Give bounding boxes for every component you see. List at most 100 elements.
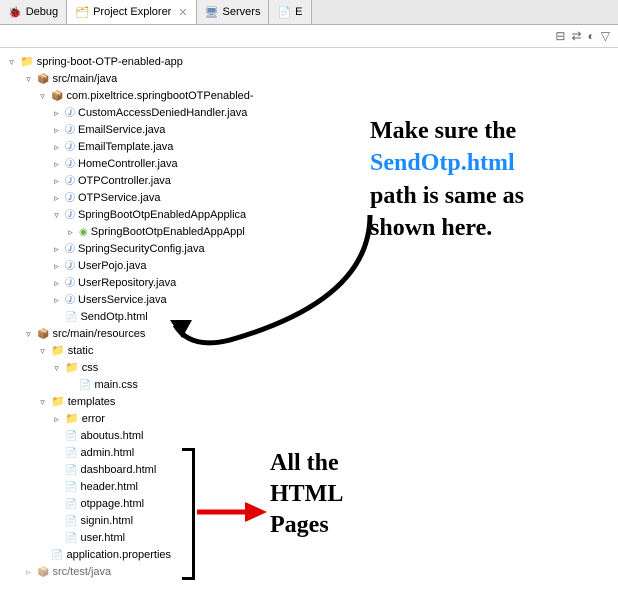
- label: CustomAccessDeniedHandler.java: [78, 105, 247, 122]
- java-file[interactable]: ▹ⒿCustomAccessDeniedHandler.java: [6, 105, 618, 122]
- label: com.pixeltrice.springbootOTPenabled-: [66, 88, 253, 105]
- java-icon: Ⓙ: [65, 292, 75, 309]
- label: src/test/java: [52, 564, 111, 581]
- java-icon: Ⓙ: [65, 105, 75, 122]
- close-icon[interactable]: ✕: [178, 6, 187, 19]
- java-file[interactable]: ▿ⒿSpringBootOtpEnabledAppApplica: [6, 207, 618, 224]
- view-toolbar: ⊟ ⇄ ◐ ▽: [0, 25, 618, 48]
- text: Make sure the: [370, 115, 524, 147]
- java-file[interactable]: ▹ⒿUserPojo.java: [6, 258, 618, 275]
- css-icon: 📄: [79, 377, 91, 394]
- bracket-icon: [182, 448, 195, 580]
- label: SpringBootOtpEnabledAppAppl: [91, 224, 245, 241]
- java-class[interactable]: ▹◉SpringBootOtpEnabledAppAppl: [6, 224, 618, 241]
- html-icon: 📄: [65, 513, 77, 530]
- label: otppage.html: [80, 496, 144, 513]
- tab-label: Project Explorer: [93, 6, 171, 18]
- source-folder-icon: 📦: [37, 71, 49, 88]
- java-icon: Ⓙ: [65, 173, 75, 190]
- java-file[interactable]: ▹ⒿHomeController.java: [6, 156, 618, 173]
- text: shown here.: [370, 212, 524, 244]
- label: application.properties: [66, 547, 171, 564]
- src-main-resources[interactable]: ▿📦src/main/resources: [6, 326, 618, 343]
- html-icon: 📄: [65, 479, 77, 496]
- java-icon: Ⓙ: [65, 275, 75, 292]
- java-file[interactable]: ▹ⒿEmailService.java: [6, 122, 618, 139]
- label: EmailService.java: [78, 122, 165, 139]
- folder-icon: 📁: [65, 411, 79, 428]
- html-icon: 📄: [65, 428, 77, 445]
- folder-icon: 📁: [51, 343, 65, 360]
- src-main-java[interactable]: ▿📦src/main/java: [6, 71, 618, 88]
- label: error: [82, 411, 105, 428]
- project-root[interactable]: ▿📁spring-boot-OTP-enabled-app: [6, 54, 618, 71]
- text: HTML: [270, 479, 343, 510]
- properties-file[interactable]: 📄application.properties: [6, 547, 618, 564]
- java-icon: Ⓙ: [65, 241, 75, 258]
- collapse-all-icon[interactable]: ⊟: [555, 29, 565, 43]
- tab-partial[interactable]: 📄 E: [269, 0, 311, 24]
- tab-project-explorer[interactable]: 🗂 Project Explorer ✕: [67, 0, 196, 24]
- label: static: [68, 343, 94, 360]
- annotation-sendotp: Make sure the SendOtp.html path is same …: [370, 115, 524, 245]
- label: user.html: [80, 530, 125, 547]
- java-icon: Ⓙ: [65, 122, 75, 139]
- label: UserRepository.java: [78, 275, 176, 292]
- label: EmailTemplate.java: [78, 139, 173, 156]
- label: templates: [68, 394, 116, 411]
- html-icon: 📄: [65, 530, 77, 547]
- focus-icon[interactable]: ◐: [588, 29, 595, 43]
- java-file[interactable]: ▹ⒿOTPController.java: [6, 173, 618, 190]
- label: SpringSecurityConfig.java: [78, 241, 205, 258]
- highlight-text: SendOtp.html: [370, 147, 524, 179]
- tab-bar: 🐞 Debug 🗂 Project Explorer ✕ 🖥 Servers 📄…: [0, 0, 618, 25]
- label: admin.html: [80, 445, 134, 462]
- html-icon: 📄: [65, 496, 77, 513]
- tab-label: Debug: [26, 6, 58, 18]
- bug-icon: 🐞: [8, 6, 22, 19]
- annotation-html-pages: All the HTML Pages: [270, 448, 343, 542]
- sendotp-html[interactable]: 📄SendOtp.html: [6, 309, 618, 326]
- java-file[interactable]: ▹ⒿUsersService.java: [6, 292, 618, 309]
- css-file[interactable]: 📄main.css: [6, 377, 618, 394]
- label: UserPojo.java: [78, 258, 146, 275]
- java-file[interactable]: ▹ⒿEmailTemplate.java: [6, 139, 618, 156]
- tab-servers[interactable]: 🖥 Servers: [197, 0, 270, 24]
- tab-label: Servers: [223, 6, 261, 18]
- tab-debug[interactable]: 🐞 Debug: [0, 0, 67, 24]
- label: dashboard.html: [80, 462, 156, 479]
- label: SpringBootOtpEnabledAppApplica: [78, 207, 246, 224]
- html-icon: 📄: [65, 445, 77, 462]
- java-icon: Ⓙ: [65, 258, 75, 275]
- templates-folder[interactable]: ▿📁templates: [6, 394, 618, 411]
- label: spring-boot-OTP-enabled-app: [37, 54, 183, 71]
- folder-icon: 📁: [51, 394, 65, 411]
- icon: 📄: [277, 6, 291, 19]
- html-file[interactable]: 📄aboutus.html: [6, 428, 618, 445]
- html-icon: 📄: [65, 462, 77, 479]
- label: UsersService.java: [78, 292, 167, 309]
- label: src/main/resources: [52, 326, 145, 343]
- view-menu-icon[interactable]: ▽: [601, 29, 610, 43]
- package[interactable]: ▿📦com.pixeltrice.springbootOTPenabled-: [6, 88, 618, 105]
- folder-icon: 📁: [65, 360, 79, 377]
- text: path is same as: [370, 180, 524, 212]
- static-folder[interactable]: ▿📁static: [6, 343, 618, 360]
- label: HomeController.java: [78, 156, 178, 173]
- css-folder[interactable]: ▿📁css: [6, 360, 618, 377]
- link-editor-icon[interactable]: ⇄: [571, 29, 581, 43]
- source-folder-icon: 📦: [37, 564, 49, 581]
- java-icon: Ⓙ: [65, 139, 75, 156]
- label: header.html: [80, 479, 137, 496]
- java-icon: Ⓙ: [65, 156, 75, 173]
- label: main.css: [94, 377, 137, 394]
- java-file[interactable]: ▹ⒿUserRepository.java: [6, 275, 618, 292]
- folder-tree-icon: 🗂: [75, 6, 89, 19]
- java-file[interactable]: ▹ⒿOTPService.java: [6, 190, 618, 207]
- error-folder[interactable]: ▹📁error: [6, 411, 618, 428]
- java-file[interactable]: ▹ⒿSpringSecurityConfig.java: [6, 241, 618, 258]
- label: OTPController.java: [78, 173, 171, 190]
- html-icon: 📄: [65, 309, 77, 326]
- source-folder-icon: 📦: [37, 326, 49, 343]
- src-test-java[interactable]: ▹📦src/test/java: [6, 564, 618, 581]
